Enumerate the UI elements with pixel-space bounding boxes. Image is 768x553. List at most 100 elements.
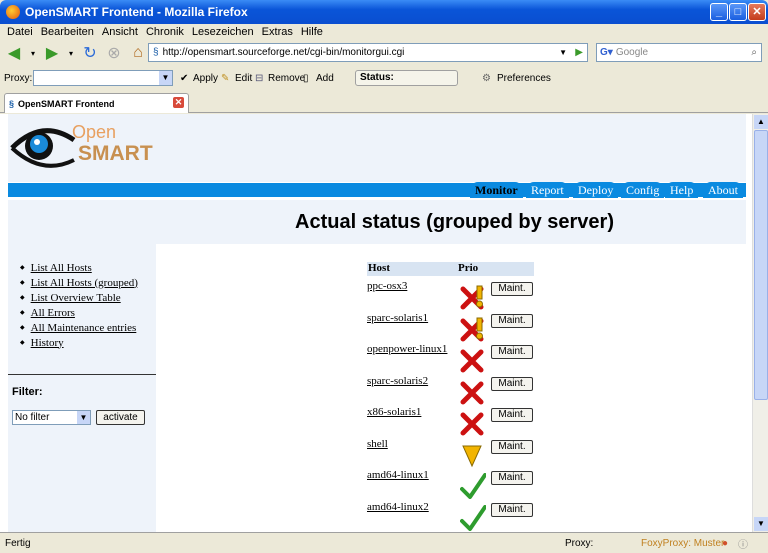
menu-hilfe[interactable]: Hilfe bbox=[301, 26, 323, 38]
go-icon[interactable]: ▶ bbox=[575, 47, 583, 58]
sidebar-item: List All Hosts (grouped) bbox=[20, 275, 138, 290]
host-link[interactable]: openpower-linux1 bbox=[367, 343, 447, 355]
filter-dropdown-icon[interactable]: ▼ bbox=[77, 411, 90, 424]
reload-icon[interactable]: ↻ bbox=[80, 43, 100, 63]
tab-opensmart[interactable]: § OpenSMART Frontend ✕ bbox=[4, 93, 189, 113]
scroll-down-icon[interactable]: ▼ bbox=[754, 517, 768, 531]
table-row: amd64-linux2 Maint. bbox=[367, 501, 534, 532]
sidebar-item: List All Hosts bbox=[20, 260, 138, 275]
maint-button[interactable]: Maint. bbox=[491, 345, 533, 359]
sidebar-item: List Overview Table bbox=[20, 290, 138, 305]
host-link[interactable]: sparc-solaris2 bbox=[367, 375, 428, 387]
host-link[interactable]: amd64-linux1 bbox=[367, 469, 429, 481]
menu-chronik[interactable]: Chronik bbox=[146, 26, 184, 38]
scroll-up-icon[interactable]: ▲ bbox=[754, 115, 768, 129]
host-link[interactable]: x86-solaris1 bbox=[367, 406, 421, 418]
add-button[interactable]: Add bbox=[316, 73, 334, 84]
menu-bearbeiten[interactable]: Bearbeiten bbox=[41, 26, 94, 38]
tab-deploy[interactable]: Deploy bbox=[573, 182, 619, 198]
tab-about[interactable]: About bbox=[703, 182, 743, 198]
search-input[interactable]: G▾ Google ⌕ bbox=[596, 43, 762, 62]
forward-icon[interactable]: ▶ bbox=[42, 43, 62, 63]
foxyproxy-status[interactable]: FoxyProxy: Muster bbox=[641, 538, 724, 549]
status-text: Fertig bbox=[5, 537, 31, 549]
table-row: openpower-linux1 Maint. bbox=[367, 343, 534, 374]
host-link[interactable]: sparc-solaris1 bbox=[367, 312, 428, 324]
maint-button[interactable]: Maint. bbox=[491, 282, 533, 296]
apply-button[interactable]: Apply bbox=[193, 73, 218, 84]
status-ok-icon bbox=[460, 504, 486, 531]
close-button[interactable]: ✕ bbox=[748, 3, 766, 21]
search-icon[interactable]: ⌕ bbox=[751, 47, 757, 58]
tab-close-icon[interactable]: ✕ bbox=[173, 97, 184, 108]
status-warning-icon bbox=[462, 445, 482, 467]
google-icon[interactable]: G▾ bbox=[600, 47, 613, 58]
status-error-icon bbox=[460, 349, 484, 373]
maint-button[interactable]: Maint. bbox=[491, 439, 533, 454]
back-icon[interactable]: ◀ bbox=[4, 43, 24, 63]
table-row: shell Maint. bbox=[367, 438, 534, 469]
stop-icon[interactable]: ⊗ bbox=[104, 43, 124, 63]
page-title: Actual status (grouped by server) bbox=[8, 200, 746, 244]
link-all-maintenance-entries[interactable]: All Maintenance entries bbox=[31, 322, 137, 334]
filter-select[interactable]: No filter ▼ bbox=[12, 410, 91, 425]
menu-lesezeichen[interactable]: Lesezeichen bbox=[192, 26, 254, 38]
firefox-icon bbox=[6, 5, 20, 19]
activate-button[interactable]: activate bbox=[96, 410, 145, 425]
add-icon[interactable]: ▯ bbox=[303, 73, 309, 84]
url-dropdown-icon[interactable]: ▼ bbox=[559, 48, 567, 57]
edit-icon[interactable]: ✎ bbox=[221, 73, 229, 84]
maint-button[interactable]: Maint. bbox=[491, 313, 533, 328]
tab-config[interactable]: Config bbox=[621, 182, 665, 198]
proxy-dropdown-icon[interactable]: ▼ bbox=[159, 71, 172, 85]
menu-ansicht[interactable]: Ansicht bbox=[102, 26, 138, 38]
status-error-warning-icon bbox=[460, 317, 484, 341]
link-history[interactable]: History bbox=[31, 337, 64, 349]
preferences-icon[interactable]: ⚙ bbox=[482, 73, 491, 84]
home-icon[interactable]: ⌂ bbox=[128, 43, 148, 63]
maint-button[interactable]: Maint. bbox=[491, 471, 533, 485]
preferences-button[interactable]: Preferences bbox=[497, 73, 551, 84]
minimize-button[interactable]: _ bbox=[710, 3, 728, 21]
tab-report[interactable]: Report bbox=[526, 182, 569, 198]
host-link[interactable]: amd64-linux2 bbox=[367, 501, 429, 513]
scroll-thumb[interactable] bbox=[754, 130, 768, 400]
link-all-errors[interactable]: All Errors bbox=[31, 307, 75, 319]
status-box: Status: bbox=[355, 70, 458, 86]
table-row: sparc-solaris1 Maint. bbox=[367, 312, 534, 343]
maint-button[interactable]: Maint. bbox=[491, 502, 533, 517]
maint-button[interactable]: Maint. bbox=[491, 408, 533, 422]
site-icon: § bbox=[153, 47, 159, 58]
tab-monitor[interactable]: Monitor bbox=[470, 182, 523, 198]
tab-help[interactable]: Help bbox=[665, 182, 699, 198]
tab-title: OpenSMART Frontend bbox=[18, 98, 115, 109]
url-bar[interactable]: § http://opensmart.sourceforge.net/cgi-b… bbox=[148, 43, 588, 62]
table-row: x86-solaris1 Maint. bbox=[367, 406, 534, 437]
link-list-overview-table[interactable]: List Overview Table bbox=[31, 292, 121, 304]
edit-button[interactable]: Edit bbox=[235, 73, 252, 84]
back-dropdown-icon[interactable]: ▾ bbox=[28, 43, 38, 63]
host-link[interactable]: shell bbox=[367, 438, 388, 450]
vertical-scrollbar[interactable]: ▲ ▼ bbox=[752, 114, 768, 532]
status-bar: Fertig Proxy: FoxyProxy: Muster ● ⓘ bbox=[0, 532, 768, 553]
maximize-button[interactable]: □ bbox=[729, 3, 747, 21]
search-placeholder: Google bbox=[615, 47, 649, 58]
window-title: OpenSMART Frontend - Mozilla Firefox bbox=[25, 5, 248, 19]
link-list-all-hosts-grouped[interactable]: List All Hosts (grouped) bbox=[31, 277, 138, 289]
filter-label: Filter: bbox=[12, 386, 43, 398]
sidebar-divider bbox=[8, 374, 156, 375]
menu-bar: Datei Bearbeiten Ansicht Chronik Lesezei… bbox=[0, 24, 768, 40]
remove-button[interactable]: Remove bbox=[268, 73, 305, 84]
maint-button[interactable]: Maint. bbox=[491, 376, 533, 391]
foxyproxy-icon[interactable]: ● bbox=[722, 538, 728, 549]
link-list-all-hosts[interactable]: List All Hosts bbox=[31, 262, 92, 274]
remove-icon[interactable]: ⊟ bbox=[255, 73, 263, 84]
apply-icon[interactable]: ✔ bbox=[180, 73, 188, 84]
browser-window: OpenSMART Frontend - Mozilla Firefox _ □… bbox=[0, 0, 768, 553]
menu-extras[interactable]: Extras bbox=[262, 26, 293, 38]
menu-datei[interactable]: Datei bbox=[7, 26, 33, 38]
proxy-select[interactable]: ▼ bbox=[33, 70, 173, 86]
table-header: Host Prio bbox=[367, 262, 534, 276]
host-link[interactable]: ppc-osx3 bbox=[367, 280, 407, 292]
forward-dropdown-icon[interactable]: ▾ bbox=[66, 43, 76, 63]
